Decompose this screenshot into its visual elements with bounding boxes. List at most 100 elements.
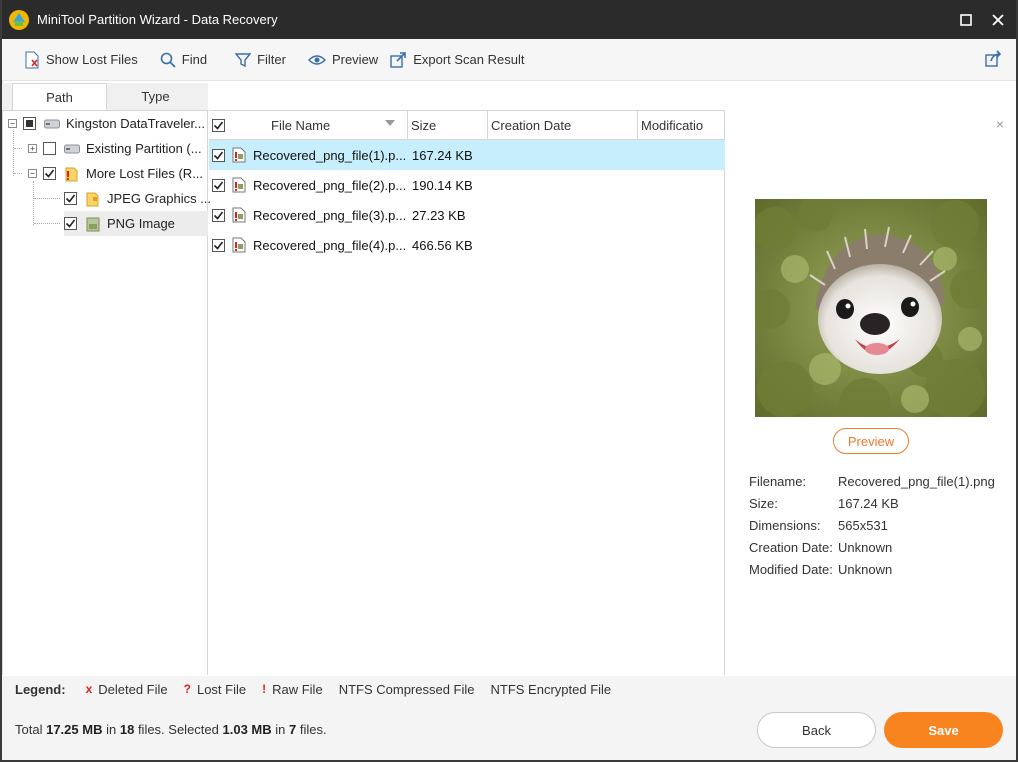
info-filename: Filename: Recovered_png_file(1).png	[749, 470, 995, 492]
share-icon[interactable]	[985, 50, 1002, 70]
preview-toolbar-button[interactable]: Preview	[304, 45, 382, 75]
raw-file-icon	[232, 237, 246, 253]
preview-button[interactable]: Preview	[833, 428, 909, 454]
raw-folder-icon	[65, 167, 78, 181]
file-name: Recovered_png_file(2).p...	[253, 177, 407, 193]
export-scan-result-button[interactable]: Export Scan Result	[386, 45, 528, 75]
summary-text: in	[275, 722, 286, 737]
legend-lost-file: ? Lost File	[184, 682, 246, 697]
path-tree: − Kingston DataTraveler... + Existing Pa…	[2, 110, 211, 675]
summary-text: files. Selected	[137, 722, 219, 737]
info-key: Size:	[749, 495, 778, 511]
table-row[interactable]: Recovered_png_file(2).p... 190.14 KB	[209, 170, 725, 200]
tree-item-jpeg-graphics[interactable]: JPEG Graphics ...	[64, 186, 211, 211]
tree-checkbox[interactable]	[64, 192, 77, 205]
collapse-icon[interactable]: −	[28, 169, 37, 178]
preview-image	[755, 199, 987, 417]
footer: Total 17.25 MB in 18 files. Selected 1.0…	[2, 702, 1016, 760]
info-value: Unknown	[838, 561, 893, 577]
file-info: Filename: Recovered_png_file(1).png Size…	[749, 470, 995, 580]
tab-path[interactable]: Path	[12, 83, 107, 110]
row-checkbox[interactable]	[212, 149, 225, 162]
tab-type[interactable]: Type	[108, 83, 203, 110]
collapse-icon[interactable]: −	[8, 119, 17, 128]
tree-item-existing-partition[interactable]: + Existing Partition (...	[28, 136, 202, 161]
file-name: Recovered_png_file(4).p...	[253, 237, 407, 253]
export-scan-result-label: Export Scan Result	[413, 52, 525, 67]
file-size: 190.14 KB	[412, 177, 473, 193]
summary-text: files.	[299, 722, 327, 737]
window-title: MiniTool Partition Wizard - Data Recover…	[37, 12, 278, 27]
filter-icon	[235, 52, 252, 67]
legend-ntfs-compressed: NTFS Compressed File	[339, 682, 475, 697]
save-button[interactable]: Save	[884, 712, 1003, 748]
column-file-name[interactable]: File Name	[209, 111, 408, 140]
select-all-checkbox[interactable]	[212, 119, 225, 132]
filter-label: Filter	[257, 52, 286, 67]
tree-checkbox[interactable]	[64, 217, 77, 230]
drive-icon	[64, 144, 80, 153]
column-creation-date[interactable]: Creation Date	[488, 111, 638, 140]
tab-bar: Path Type	[2, 83, 208, 110]
show-lost-files-label: Show Lost Files	[46, 52, 138, 67]
tree-item-label: More Lost Files (R...	[86, 166, 204, 181]
tree-item-kingston[interactable]: − Kingston DataTraveler...	[8, 111, 205, 136]
find-button[interactable]: Find	[156, 45, 211, 75]
find-label: Find	[181, 52, 208, 67]
tree-item-more-lost-files[interactable]: − More Lost Files (R...	[28, 161, 203, 186]
tree-checkbox[interactable]	[43, 142, 56, 155]
summary-total-files: 18	[119, 722, 135, 737]
scan-summary: Total 17.25 MB in 18 files. Selected 1.0…	[15, 722, 327, 737]
file-list-header: File Name Size Creation Date Modificatio	[209, 110, 725, 140]
folder-icon	[86, 192, 99, 206]
summary-text: in	[106, 722, 117, 737]
column-modification[interactable]: Modificatio	[638, 111, 725, 140]
column-modification-label: Modificatio	[641, 118, 704, 133]
png-image-icon	[86, 217, 100, 231]
file-name: Recovered_png_file(1).p...	[253, 147, 407, 163]
raw-file-icon	[232, 177, 246, 193]
info-key: Creation Date:	[749, 539, 833, 555]
tree-item-png-image[interactable]: PNG Image	[64, 211, 208, 236]
file-size: 27.23 KB	[412, 207, 466, 223]
table-row[interactable]: Recovered_png_file(1).p... 167.24 KB	[209, 140, 725, 170]
expand-icon[interactable]: +	[28, 144, 37, 153]
column-size[interactable]: Size	[408, 111, 488, 140]
legend-title: Legend:	[15, 681, 66, 697]
row-checkbox[interactable]	[212, 209, 225, 222]
lost-mark-icon: ?	[183, 682, 191, 696]
deleted-mark-icon: x	[85, 682, 93, 696]
row-checkbox[interactable]	[212, 239, 225, 252]
file-list: Recovered_png_file(1).p... 167.24 KB Rec…	[209, 140, 725, 675]
close-icon[interactable]	[986, 8, 1010, 32]
filter-button[interactable]: Filter	[231, 45, 290, 75]
eye-icon	[307, 54, 326, 65]
info-modified-date: Modified Date: Unknown	[749, 558, 995, 580]
info-value: Recovered_png_file(1).png	[838, 473, 995, 489]
info-dimensions: Dimensions: 565x531	[749, 514, 995, 536]
info-size: Size: 167.24 KB	[749, 492, 995, 514]
show-lost-files-button[interactable]: Show Lost Files	[20, 45, 142, 75]
search-icon	[160, 52, 176, 68]
info-value: 167.24 KB	[838, 495, 899, 511]
back-button[interactable]: Back	[757, 712, 876, 748]
table-row[interactable]: Recovered_png_file(3).p... 27.23 KB	[209, 200, 725, 230]
maximize-icon[interactable]	[954, 8, 978, 32]
info-key: Dimensions:	[749, 517, 821, 533]
close-preview-icon[interactable]: ×	[996, 116, 1004, 132]
column-size-label: Size	[411, 118, 437, 133]
file-size: 466.56 KB	[412, 237, 473, 253]
toolbar: Show Lost Files Find Filter Preview Expo…	[2, 39, 1016, 81]
app-logo-icon	[9, 9, 29, 30]
table-row[interactable]: Recovered_png_file(4).p... 466.56 KB	[209, 230, 725, 260]
file-name: Recovered_png_file(3).p...	[253, 207, 407, 223]
raw-file-icon	[232, 207, 246, 223]
preview-label: Preview	[331, 52, 379, 67]
row-checkbox[interactable]	[212, 179, 225, 192]
tree-item-label: Existing Partition (...	[86, 141, 202, 156]
tree-checkbox[interactable]	[23, 117, 36, 130]
tree-checkbox[interactable]	[43, 167, 56, 180]
info-key: Modified Date:	[749, 561, 833, 577]
hedgehog-photo	[755, 199, 987, 417]
raw-mark-icon: !	[262, 682, 267, 696]
